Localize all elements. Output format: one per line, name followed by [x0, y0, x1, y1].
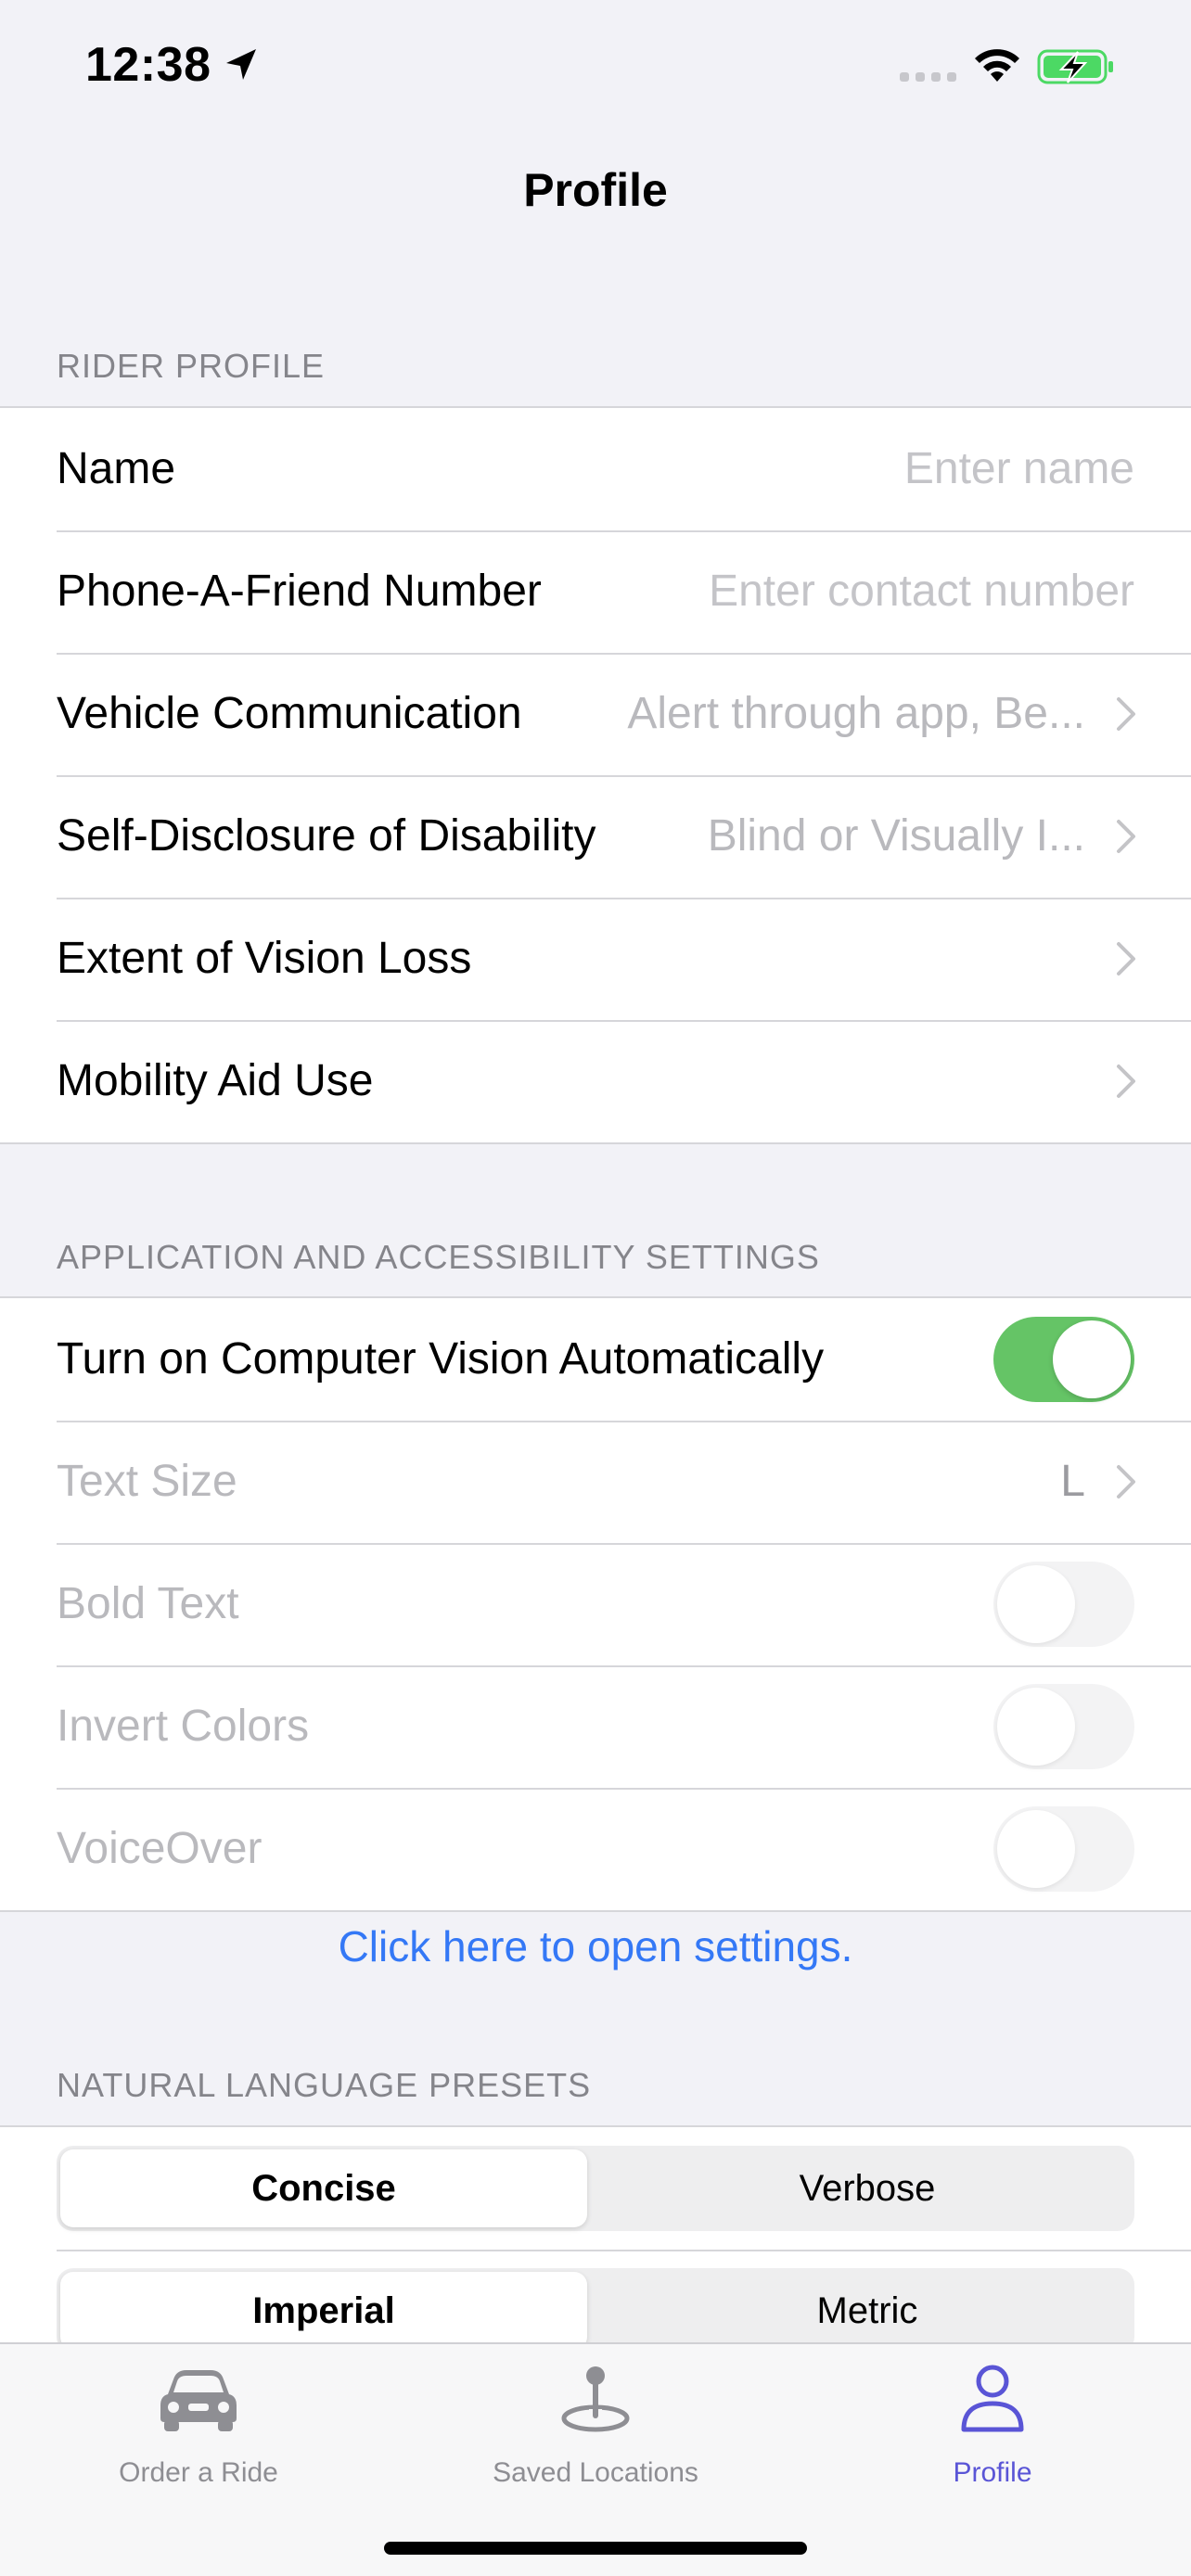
verbose-segment[interactable]: Verbose — [604, 2149, 1131, 2227]
tab-label: Saved Locations — [493, 2457, 698, 2488]
mobility-aid-row[interactable]: Mobility Aid Use — [0, 1020, 1191, 1142]
chevron-right-icon — [1117, 820, 1135, 853]
tab-profile[interactable]: Profile — [794, 2344, 1191, 2511]
phone-input[interactable]: Enter contact number — [709, 530, 1134, 653]
imperial-segment[interactable]: Imperial — [60, 2272, 587, 2350]
voiceover-label: VoiceOver — [57, 1824, 263, 1873]
name-input[interactable]: Enter name — [904, 408, 1134, 530]
toggle-knob — [997, 1688, 1075, 1766]
accessibility-group: Turn on Computer Vision Automatically Te… — [0, 1296, 1191, 1912]
chevron-right-icon — [1117, 1465, 1135, 1498]
computer-vision-label: Turn on Computer Vision Automatically — [57, 1334, 825, 1384]
toggle-knob — [997, 1565, 1075, 1643]
chevron-right-icon — [1117, 1065, 1135, 1098]
disability-disclosure-row[interactable]: Self-Disclosure of Disability Blind or V… — [0, 775, 1191, 898]
status-time: 12:38 — [85, 38, 211, 92]
vehicle-communication-value: Alert through app, Be... — [627, 689, 1085, 738]
car-icon — [160, 2370, 237, 2431]
concise-segment[interactable]: Concise — [60, 2149, 587, 2227]
person-icon — [961, 2365, 1024, 2432]
vehicle-communication-label: Vehicle Communication — [57, 689, 522, 738]
invert-colors-label: Invert Colors — [57, 1702, 310, 1751]
verbosity-row: Concise Verbose — [0, 2127, 1191, 2250]
cellular-signal-icon — [900, 72, 956, 82]
phone-label: Phone-A-Friend Number — [57, 567, 542, 616]
chevron-right-icon — [1117, 942, 1135, 976]
presets-header: NATURAL LANGUAGE PRESETS — [57, 2066, 592, 2104]
name-row[interactable]: Name Enter name — [0, 408, 1191, 530]
map-pin-icon — [561, 2366, 630, 2432]
rider-profile-group: Name Enter name Phone-A-Friend Number En… — [0, 406, 1191, 1144]
tab-order-a-ride[interactable]: Order a Ride — [0, 2344, 397, 2511]
battery-charging-icon — [1037, 49, 1113, 84]
page-title: Profile — [523, 164, 668, 216]
vision-loss-label: Extent of Vision Loss — [57, 934, 472, 983]
tab-saved-locations[interactable]: Saved Locations — [397, 2344, 794, 2511]
location-arrow-icon — [226, 49, 256, 80]
vehicle-communication-row[interactable]: Vehicle Communication Alert through app,… — [0, 653, 1191, 775]
bold-text-toggle[interactable] — [993, 1562, 1134, 1647]
home-indicator — [384, 2542, 807, 2555]
disability-disclosure-label: Self-Disclosure of Disability — [57, 811, 596, 861]
invert-colors-row: Invert Colors — [0, 1665, 1191, 1788]
vision-loss-row[interactable]: Extent of Vision Loss — [0, 898, 1191, 1020]
text-size-label: Text Size — [57, 1457, 237, 1506]
computer-vision-toggle[interactable] — [993, 1317, 1134, 1402]
bold-text-label: Bold Text — [57, 1579, 239, 1628]
name-label: Name — [57, 444, 176, 493]
status-bar: 12:38 — [0, 0, 1191, 130]
computer-vision-row: Turn on Computer Vision Automatically — [0, 1298, 1191, 1421]
voiceover-row: VoiceOver — [0, 1788, 1191, 1910]
toggle-knob — [997, 1810, 1075, 1888]
open-settings-link[interactable]: Click here to open settings. — [0, 1921, 1191, 1971]
metric-segment[interactable]: Metric — [604, 2272, 1131, 2350]
phone-row[interactable]: Phone-A-Friend Number Enter contact numb… — [0, 530, 1191, 653]
rider-profile-header: RIDER PROFILE — [57, 347, 326, 385]
verbosity-segmented-control: Concise Verbose — [57, 2146, 1134, 2231]
accessibility-header: APPLICATION AND ACCESSIBILITY SETTINGS — [57, 1238, 820, 1276]
wifi-icon — [975, 49, 1019, 82]
toggle-knob — [1053, 1320, 1131, 1398]
bold-text-row: Bold Text — [0, 1543, 1191, 1665]
invert-colors-toggle[interactable] — [993, 1684, 1134, 1769]
units-segmented-control: Imperial Metric — [57, 2268, 1134, 2353]
disability-disclosure-value: Blind or Visually I... — [707, 811, 1085, 861]
text-size-row[interactable]: Text Size L — [0, 1421, 1191, 1543]
presets-group: Concise Verbose Imperial Metric — [0, 2125, 1191, 2353]
tab-label: Profile — [953, 2457, 1032, 2488]
tab-label: Order a Ride — [119, 2457, 278, 2488]
mobility-aid-label: Mobility Aid Use — [57, 1056, 374, 1105]
text-size-value: L — [1060, 1457, 1085, 1506]
chevron-right-icon — [1117, 697, 1135, 731]
voiceover-toggle[interactable] — [993, 1806, 1134, 1892]
